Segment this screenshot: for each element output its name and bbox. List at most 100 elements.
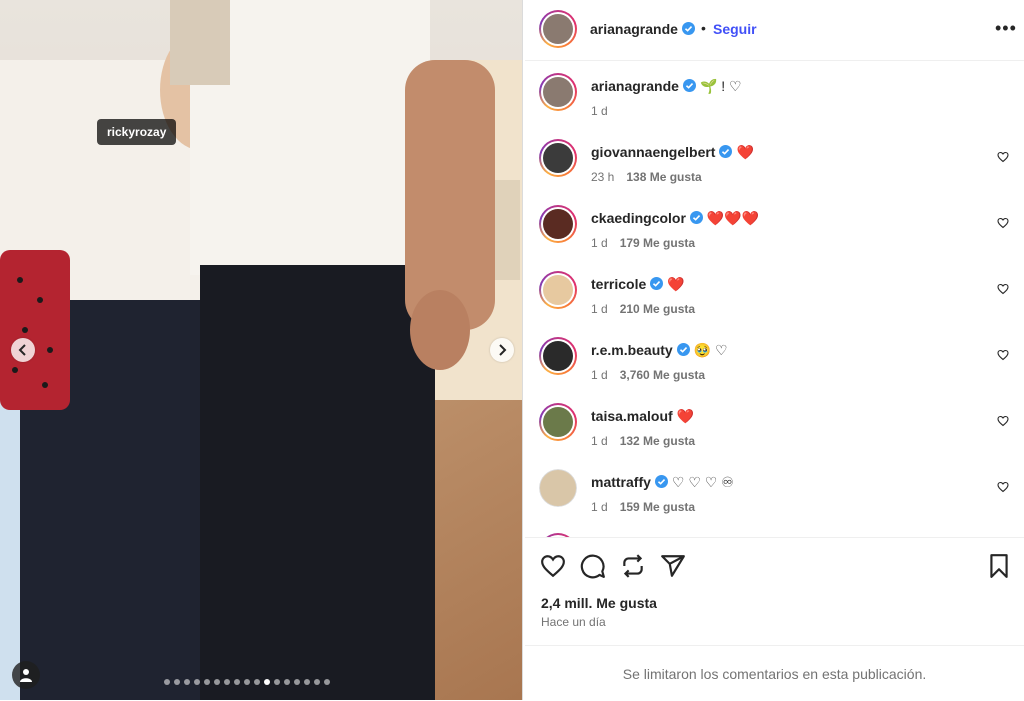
comment-meta: 1 d 132 Me gusta: [591, 434, 695, 448]
slide-dot: [224, 679, 230, 685]
comment-like-icon[interactable]: [997, 415, 1009, 427]
header-separator: •: [701, 20, 706, 36]
comment-likes[interactable]: 210 Me gusta: [620, 302, 695, 316]
caption-avatar[interactable]: [539, 73, 577, 111]
comment-likes[interactable]: 132 Me gusta: [620, 434, 695, 448]
user-icon: [20, 669, 32, 682]
comment-username[interactable]: ckaedingcolor: [591, 210, 686, 226]
caption-text-row: arianagrande 🌱 ! ♡: [591, 78, 742, 95]
comment-avatar[interactable]: [539, 469, 577, 507]
post-time: Hace un día: [541, 615, 606, 629]
post-photo: [0, 0, 522, 700]
slide-dot: [314, 679, 320, 685]
comment-row: r.e.m.beauty 🥹 ♡ 1 d 3,760 Me gusta: [525, 337, 1024, 397]
comment-icon[interactable]: [580, 553, 606, 579]
slide-dot: [164, 679, 170, 685]
comment-body: ❤️: [736, 144, 754, 160]
comment-text-row: taisa.malouf ❤️: [591, 408, 694, 425]
verified-badge-icon: [681, 22, 695, 35]
comments-panel: arianagrande • Seguir ••• arianagrande 🌱 …: [525, 0, 1024, 700]
author-avatar[interactable]: [539, 10, 577, 48]
comment-row: terricole ❤️ 1 d 210 Me gusta: [525, 271, 1024, 331]
verified-badge-icon: [654, 475, 668, 488]
slide-dot: [194, 679, 200, 685]
comment-avatar[interactable]: [539, 139, 577, 177]
slide-dot: [214, 679, 220, 685]
comment-username[interactable]: mattraffy: [591, 474, 651, 490]
comment-meta: 1 d 159 Me gusta: [591, 500, 695, 514]
comment-likes[interactable]: 179 Me gusta: [620, 236, 695, 250]
comment-time: 1 d: [591, 434, 608, 448]
comments-list[interactable]: arianagrande 🌱 ! ♡ 1 d giovannaengelbert ❤…: [525, 61, 1024, 537]
more-options-button[interactable]: •••: [995, 19, 1017, 37]
repost-icon[interactable]: [620, 553, 646, 579]
previous-slide-button[interactable]: [11, 338, 35, 362]
comment-avatar[interactable]: [539, 403, 577, 441]
slide-indicator: [164, 679, 330, 685]
comment-username[interactable]: giovannaengelbert: [591, 144, 715, 160]
slide-dot: [184, 679, 190, 685]
verified-badge-icon: [719, 145, 733, 158]
chevron-right-icon: [499, 344, 507, 356]
comment-text-row: mattraffy ♡ ♡ ♡ ♾: [591, 474, 734, 491]
comment-like-icon[interactable]: [997, 217, 1009, 229]
comment-text-row: terricole ❤️: [591, 276, 685, 293]
slide-dot: [284, 679, 290, 685]
comment-avatar[interactable]: [539, 337, 577, 375]
comment-likes[interactable]: 159 Me gusta: [620, 500, 695, 514]
comment-username[interactable]: r.e.m.beauty: [591, 342, 673, 358]
comment-like-icon[interactable]: [997, 151, 1009, 163]
comment-body: ❤️❤️❤️: [706, 210, 760, 226]
follow-button[interactable]: Seguir: [713, 21, 757, 37]
comment-username[interactable]: terricole: [591, 276, 646, 292]
comment-text-row: r.e.m.beauty 🥹 ♡: [591, 342, 728, 359]
comment-like-icon[interactable]: [997, 349, 1009, 361]
comment-text-row: ckaedingcolor ❤️❤️❤️: [591, 210, 759, 227]
slide-dot: [294, 679, 300, 685]
like-icon[interactable]: [540, 553, 566, 579]
comment-time: 1 d: [591, 500, 608, 514]
save-icon[interactable]: [986, 553, 1012, 579]
caption: arianagrande 🌱 ! ♡ 1 d: [525, 73, 1024, 133]
slide-dot: [254, 679, 260, 685]
comment-meta: 1 d 210 Me gusta: [591, 302, 695, 316]
comment-meta: 1 d 3,760 Me gusta: [591, 368, 705, 382]
post-header: arianagrande • Seguir •••: [525, 0, 1024, 61]
author-username[interactable]: arianagrande: [590, 21, 695, 37]
comment-like-icon[interactable]: [997, 283, 1009, 295]
share-icon[interactable]: [660, 553, 686, 579]
comment-meta: 23 h 138 Me gusta: [591, 170, 702, 184]
comment-time: 1 d: [591, 236, 608, 250]
post-media[interactable]: ricky­rozay: [0, 0, 522, 700]
action-bar: 2,4 mill. Me gusta Hace un día: [525, 537, 1024, 646]
comment-likes[interactable]: 138 Me gusta: [626, 170, 701, 184]
comment-body: ❤️: [667, 276, 685, 292]
comment-avatar[interactable]: [539, 205, 577, 243]
slide-dot: [274, 679, 280, 685]
comment-row: mattraffy ♡ ♡ ♡ ♾ 1 d 159 Me gusta: [525, 469, 1024, 529]
slide-dot: [204, 679, 210, 685]
comment-likes[interactable]: 3,760 Me gusta: [620, 368, 705, 382]
slide-dot: [264, 679, 270, 685]
slide-dot: [174, 679, 180, 685]
caption-time: 1 d: [591, 104, 608, 118]
comment-like-icon[interactable]: [997, 481, 1009, 493]
comment-username[interactable]: taisa.malouf: [591, 408, 673, 424]
comment-body: 🥹 ♡: [693, 342, 728, 358]
likes-count[interactable]: 2,4 mill. Me gusta: [541, 595, 657, 611]
comment-avatar[interactable]: [539, 271, 577, 309]
comment-body: ♡ ♡ ♡ ♾: [671, 474, 734, 490]
verified-badge-icon: [650, 277, 664, 290]
comments-limited-notice: Se limitaron los comentarios en esta pub…: [525, 645, 1024, 701]
comment-row: taisa.malouf ❤️ 1 d 132 Me gusta: [525, 403, 1024, 463]
next-slide-button[interactable]: [490, 338, 514, 362]
slide-dot: [304, 679, 310, 685]
tagged-users-button[interactable]: [12, 661, 40, 689]
verified-badge-icon: [682, 79, 696, 92]
chevron-left-icon: [18, 344, 26, 356]
comment-time: 1 d: [591, 302, 608, 316]
author-username-text: arianagrande: [590, 21, 678, 37]
tagged-user-label[interactable]: ricky­rozay: [97, 119, 177, 145]
comment-row: ckaedingcolor ❤️❤️❤️ 1 d 179 Me gusta: [525, 205, 1024, 265]
caption-username[interactable]: arianagrande: [591, 78, 679, 94]
